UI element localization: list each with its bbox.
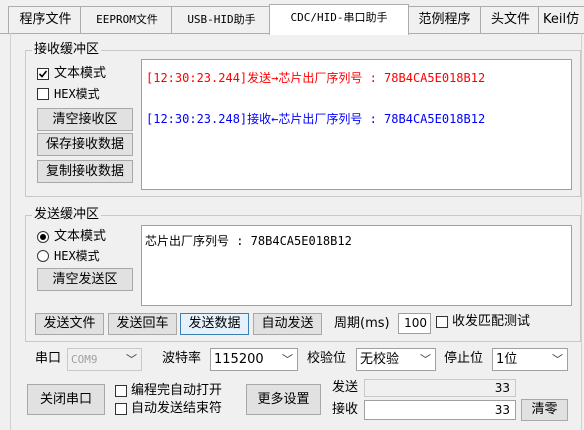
match-test-checkbox[interactable] bbox=[436, 316, 448, 328]
panel-right-edge bbox=[581, 33, 582, 430]
panel-left-edge bbox=[10, 33, 11, 430]
auto-open-label: 编程完自动打开 bbox=[131, 383, 223, 398]
send-count-label: 发送 bbox=[332, 380, 359, 395]
send-hex-mode-radio[interactable] bbox=[37, 250, 49, 262]
save-receive-button[interactable]: 保存接收数据 bbox=[37, 133, 133, 156]
send-enter-button[interactable]: 发送回车 bbox=[108, 313, 177, 335]
port-value: COM9 bbox=[71, 353, 98, 366]
auto-send-button[interactable]: 自动发送 bbox=[253, 313, 322, 335]
tab-header-files[interactable]: 头文件 bbox=[480, 6, 541, 33]
parity-value: 无校验 bbox=[360, 352, 400, 367]
recv-count-display: 33 bbox=[364, 400, 516, 420]
recv-count-label: 接收 bbox=[332, 402, 359, 417]
send-textarea[interactable]: 芯片出厂序列号 : 78B4CA5E018B12 bbox=[141, 225, 572, 306]
stop-bits-label: 停止位 bbox=[444, 351, 484, 366]
receive-textarea[interactable]: [12:30:23.244]发送→芯片出厂序列号 : 78B4CA5E018B1… bbox=[141, 59, 572, 190]
chevron-down-icon: ﹀ bbox=[420, 353, 431, 366]
chevron-down-icon: ﹀ bbox=[282, 353, 293, 366]
clear-receive-button[interactable]: 清空接收区 bbox=[37, 108, 133, 131]
clear-count-button[interactable]: 清零 bbox=[521, 399, 568, 421]
tab-bar: 程序文件 EEPROM文件 USB-HID助手 CDC/HID-串口助手 范例程… bbox=[0, 0, 584, 35]
send-hex-mode-label: HEX模式 bbox=[54, 249, 100, 263]
send-text-mode-radio[interactable] bbox=[37, 231, 49, 243]
tab-cdc-hid-serial[interactable]: CDC/HID-串口助手 bbox=[269, 4, 409, 35]
stop-bits-select[interactable]: 1位 ﹀ bbox=[492, 348, 568, 371]
receive-buffer-legend: 接收缓冲区 bbox=[32, 42, 102, 57]
port-label: 串口 bbox=[35, 351, 62, 366]
receive-text-mode-label: 文本模式 bbox=[54, 66, 107, 81]
baud-value: 115200 bbox=[214, 352, 264, 367]
stop-bits-value: 1位 bbox=[496, 352, 518, 367]
tab-program-file[interactable]: 程序文件 bbox=[8, 6, 83, 33]
send-data-button[interactable]: 发送数据 bbox=[180, 313, 249, 335]
match-test-label: 收发匹配测试 bbox=[452, 314, 531, 329]
auto-open-checkbox[interactable] bbox=[115, 385, 127, 397]
receive-hex-mode-label: HEX模式 bbox=[54, 87, 100, 101]
close-port-button[interactable]: 关闭串口 bbox=[27, 384, 105, 415]
copy-receive-button[interactable]: 复制接收数据 bbox=[37, 160, 133, 183]
receive-text-mode-checkbox[interactable] bbox=[37, 68, 49, 80]
receive-hex-mode-checkbox[interactable] bbox=[37, 88, 49, 100]
period-input[interactable]: 100 bbox=[398, 313, 431, 334]
tab-eeprom-file[interactable]: EEPROM文件 bbox=[80, 6, 174, 33]
more-settings-button[interactable]: 更多设置 bbox=[246, 384, 321, 415]
clear-send-button[interactable]: 清空发送区 bbox=[37, 268, 133, 291]
tab-keil[interactable]: Keil仿 bbox=[538, 6, 584, 33]
receive-line-sent: [12:30:23.244]发送→芯片出厂序列号 : 78B4CA5E018B1… bbox=[146, 71, 486, 85]
send-file-button[interactable]: 发送文件 bbox=[35, 313, 104, 335]
parity-select[interactable]: 无校验 ﹀ bbox=[356, 348, 436, 371]
parity-label: 校验位 bbox=[307, 351, 347, 366]
send-buffer-legend: 发送缓冲区 bbox=[32, 207, 102, 222]
auto-end-label: 自动发送结束符 bbox=[131, 401, 223, 416]
tab-examples[interactable]: 范例程序 bbox=[406, 6, 483, 33]
chevron-down-icon: ﹀ bbox=[552, 353, 563, 366]
receive-line-received: [12:30:23.248]接收←芯片出厂序列号 : 78B4CA5E018B1… bbox=[146, 112, 486, 126]
auto-end-checkbox[interactable] bbox=[115, 403, 127, 415]
tab-usb-hid[interactable]: USB-HID助手 bbox=[171, 6, 272, 33]
chevron-down-icon: ﹀ bbox=[126, 353, 137, 366]
port-select[interactable]: COM9 ﹀ bbox=[67, 348, 142, 371]
send-text-mode-label: 文本模式 bbox=[54, 229, 107, 244]
send-count-display: 33 bbox=[364, 379, 516, 397]
baud-select[interactable]: 115200 ﹀ bbox=[210, 348, 298, 371]
baud-label: 波特率 bbox=[162, 351, 202, 366]
checkmark-icon bbox=[38, 70, 48, 78]
send-content: 芯片出厂序列号 : 78B4CA5E018B12 bbox=[145, 234, 352, 248]
period-label: 周期(ms) bbox=[334, 316, 390, 331]
